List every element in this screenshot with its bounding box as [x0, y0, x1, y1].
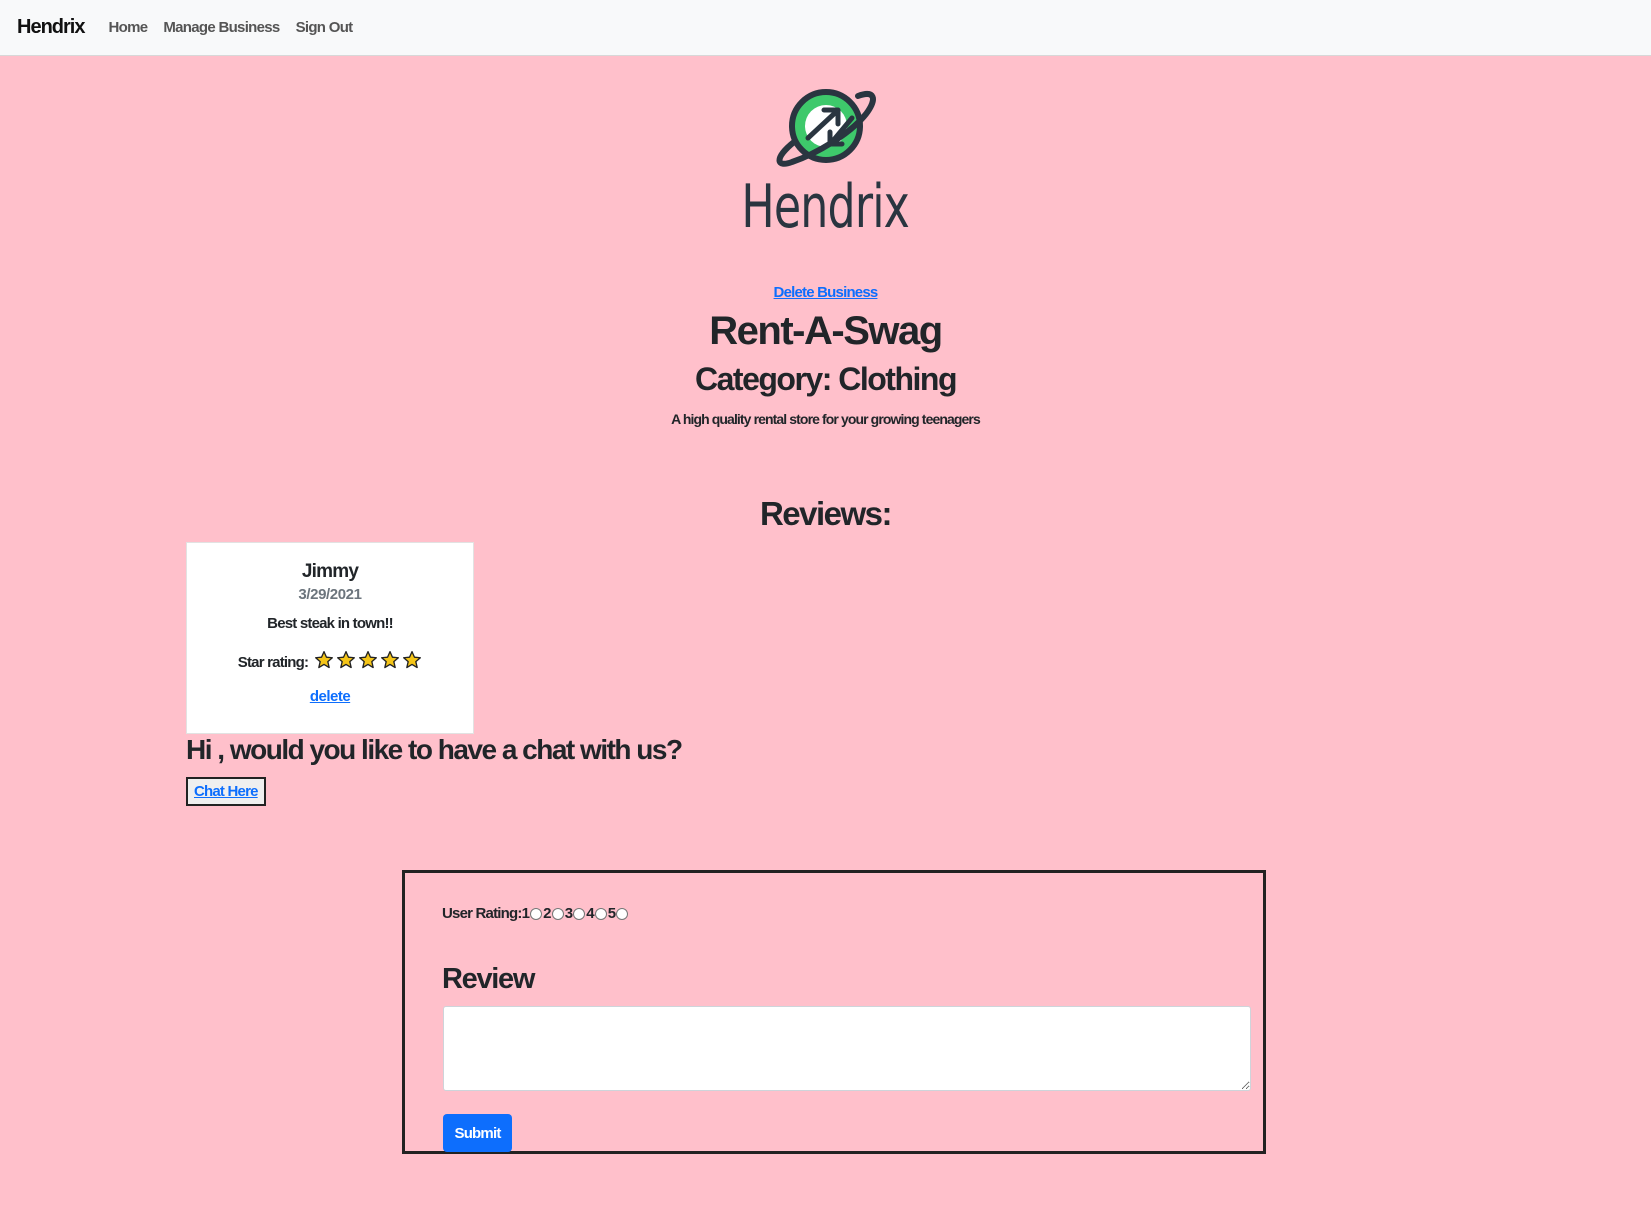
rating-option-1-label: 1	[521, 905, 530, 922]
nav-link-manage-business[interactable]: Manage Business	[163, 19, 280, 36]
review-star-rating: Star rating:	[187, 650, 473, 674]
rating-radio-4[interactable]	[594, 907, 607, 920]
review-card: Jimmy 3/29/2021 Best steak in town!! Sta…	[186, 542, 474, 734]
rating-radio-3[interactable]	[573, 907, 586, 920]
star-icon	[381, 651, 400, 669]
business-category: Category: Clothing	[695, 361, 957, 397]
submit-button[interactable]: Submit	[443, 1114, 512, 1152]
rating-option-3-label: 3	[564, 905, 573, 922]
rating-option-4-label: 4	[586, 905, 594, 922]
nav-link-sign-out[interactable]: Sign Out	[296, 19, 354, 36]
review-delete-link[interactable]: delete	[310, 688, 351, 705]
hendrix-logo: Hendrix	[0, 86, 1651, 240]
rating-option-2-label: 2	[543, 905, 551, 922]
delete-business-link[interactable]: Delete Business	[774, 284, 879, 301]
review-date: 3/29/2021	[298, 586, 362, 603]
chat-here-button[interactable]: Chat Here	[186, 777, 266, 806]
review-textarea[interactable]	[443, 1006, 1251, 1091]
star-icon	[403, 651, 422, 669]
rating-radio-2[interactable]	[551, 907, 564, 920]
planet-exchange-icon	[776, 89, 876, 167]
review-author: Jimmy	[301, 561, 359, 582]
rating-option-5-label: 5	[607, 905, 616, 922]
star-icon	[359, 651, 378, 669]
delete-business-wrapper: Delete Business	[0, 284, 1651, 302]
logo-wordmark: Hendrix	[741, 172, 910, 242]
stars-container	[312, 650, 422, 674]
nav-link-home[interactable]: Home	[108, 19, 148, 36]
review-field-label: Review	[442, 963, 535, 995]
star-rating-label: Star rating:	[237, 653, 309, 671]
review-text: Best steak in town!!	[267, 615, 393, 632]
review-form: User Rating: 1 2 3 4 5 Review Submit	[402, 870, 1266, 1154]
business-name: Rent-A-Swag	[709, 309, 943, 353]
reviews-heading: Reviews:	[759, 495, 893, 532]
star-icon	[315, 651, 334, 669]
top-navbar: Hendrix Home Manage Business Sign Out	[0, 0, 1651, 56]
chat-prompt-heading: Hi , would you like to have a chat with …	[186, 734, 683, 765]
rating-radio-5[interactable]	[616, 907, 629, 920]
rating-radio-1[interactable]	[530, 907, 543, 920]
star-icon	[337, 651, 356, 669]
navbar-brand[interactable]: Hendrix	[17, 16, 85, 39]
user-rating-row: User Rating: 1 2 3 4 5	[442, 905, 629, 922]
business-description: A high quality rental store for your gro…	[671, 411, 981, 427]
user-rating-label: User Rating:	[442, 905, 522, 922]
